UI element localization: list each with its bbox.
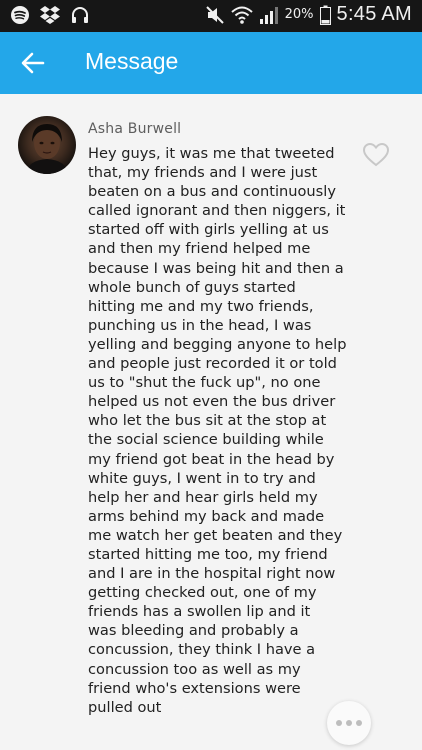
message-body: Hey guys, it was me that tweeted that, m… <box>88 145 347 716</box>
more-horizontal-icon <box>334 720 364 726</box>
sender-name[interactable]: Asha Burwell <box>88 121 181 137</box>
dropbox-icon <box>39 5 61 25</box>
message-card: Asha Burwell Hey guys, it was me that tw… <box>0 94 422 750</box>
like-button[interactable] <box>362 142 390 168</box>
mute-icon <box>205 5 225 25</box>
avatar[interactable] <box>18 116 76 174</box>
back-button[interactable] <box>20 50 46 76</box>
wifi-icon <box>230 5 253 25</box>
signal-icon <box>259 5 279 25</box>
app-bar: Message <box>0 32 422 94</box>
spotify-icon <box>10 5 30 25</box>
page-title: Message <box>85 48 179 74</box>
more-button[interactable] <box>327 701 371 745</box>
heart-outline-icon <box>362 142 390 167</box>
battery-percent: 20% <box>284 7 314 22</box>
arrow-left-icon <box>21 52 45 74</box>
battery-icon <box>319 5 331 25</box>
headphones-icon <box>70 5 90 25</box>
clock: 5:45 AM <box>336 3 412 25</box>
status-bar: 20% 5:45 AM <box>0 0 422 32</box>
